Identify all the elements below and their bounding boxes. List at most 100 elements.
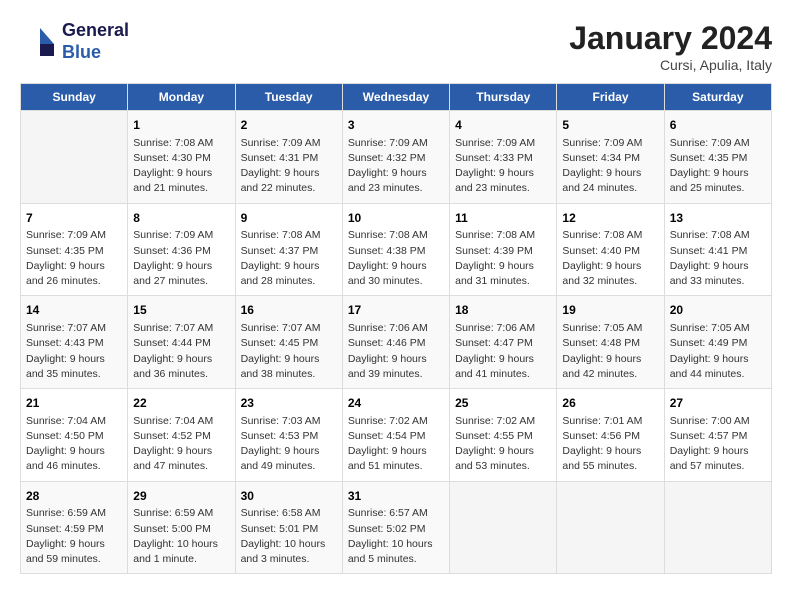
- calendar-cell: 26Sunrise: 7:01 AM Sunset: 4:56 PM Dayli…: [557, 389, 664, 482]
- calendar-cell: 19 Sunrise: 7:05 AM Sunset: 4:48 PM Dayli…: [557, 296, 664, 389]
- calendar-cell: [450, 481, 557, 574]
- day-info: Sunrise: 7:04 AM Sunset: 4:50 PM Dayligh…: [26, 414, 122, 475]
- day-number: 14: [26, 302, 122, 319]
- day-info: Sunrise: 7:04 AM Sunset: 4:52 PM Dayligh…: [133, 414, 229, 475]
- logo-icon: [20, 24, 56, 60]
- day-info: Sunrise: 7:08 AM Sunset: 4:38 PM Dayligh…: [348, 228, 444, 289]
- day-number: 9: [241, 210, 337, 227]
- day-info: Sunrise: 6:59 AM Sunset: 5:00 PM Dayligh…: [133, 506, 229, 567]
- day-info: Sunrise: 6:59 AM Sunset: 4:59 PM Dayligh…: [26, 506, 122, 567]
- day-info: Sunrise: 7:05 AM Sunset: 4:48 PM Dayligh…: [562, 321, 658, 382]
- day-header-sunday: Sunday: [21, 84, 128, 111]
- calendar-week-1: 1 Sunrise: 7:08 AM Sunset: 4:30 PM Daylig…: [21, 111, 772, 204]
- day-number: 13: [670, 210, 766, 227]
- calendar-cell: 14Sunrise: 7:07 AM Sunset: 4:43 PM Dayli…: [21, 296, 128, 389]
- day-number: 26: [562, 395, 658, 412]
- day-number: 17: [348, 302, 444, 319]
- day-number: 28: [26, 488, 122, 505]
- day-number: 31: [348, 488, 444, 505]
- calendar-cell: 29Sunrise: 6:59 AM Sunset: 5:00 PM Dayli…: [128, 481, 235, 574]
- day-header-monday: Monday: [128, 84, 235, 111]
- day-header-thursday: Thursday: [450, 84, 557, 111]
- logo-line2: Blue: [62, 42, 129, 64]
- day-number: 23: [241, 395, 337, 412]
- day-info: Sunrise: 7:08 AM Sunset: 4:39 PM Dayligh…: [455, 228, 551, 289]
- calendar-week-3: 14Sunrise: 7:07 AM Sunset: 4:43 PM Dayli…: [21, 296, 772, 389]
- calendar-cell: 18 Sunrise: 7:06 AM Sunset: 4:47 PM Dayli…: [450, 296, 557, 389]
- day-info: Sunrise: 7:07 AM Sunset: 4:45 PM Dayligh…: [241, 321, 337, 382]
- calendar-week-5: 28Sunrise: 6:59 AM Sunset: 4:59 PM Dayli…: [21, 481, 772, 574]
- calendar-cell: 5Sunrise: 7:09 AM Sunset: 4:34 PM Daylig…: [557, 111, 664, 204]
- day-number: 4: [455, 117, 551, 134]
- day-info: Sunrise: 7:09 AM Sunset: 4:36 PM Dayligh…: [133, 228, 229, 289]
- day-info: Sunrise: 7:08 AM Sunset: 4:30 PM Dayligh…: [133, 136, 229, 197]
- calendar-cell: 1 Sunrise: 7:08 AM Sunset: 4:30 PM Daylig…: [128, 111, 235, 204]
- day-header-tuesday: Tuesday: [235, 84, 342, 111]
- day-info: Sunrise: 7:00 AM Sunset: 4:57 PM Dayligh…: [670, 414, 766, 475]
- day-info: Sunrise: 6:58 AM Sunset: 5:01 PM Dayligh…: [241, 506, 337, 567]
- day-number: 19: [562, 302, 658, 319]
- day-number: 10: [348, 210, 444, 227]
- day-info: Sunrise: 7:09 AM Sunset: 4:35 PM Dayligh…: [26, 228, 122, 289]
- calendar-cell: 12Sunrise: 7:08 AM Sunset: 4:40 PM Dayli…: [557, 203, 664, 296]
- day-number: 8: [133, 210, 229, 227]
- calendar-week-4: 21 Sunrise: 7:04 AM Sunset: 4:50 PM Dayli…: [21, 389, 772, 482]
- day-info: Sunrise: 6:57 AM Sunset: 5:02 PM Dayligh…: [348, 506, 444, 567]
- calendar-cell: 4 Sunrise: 7:09 AM Sunset: 4:33 PM Daylig…: [450, 111, 557, 204]
- calendar-cell: 24Sunrise: 7:02 AM Sunset: 4:54 PM Dayli…: [342, 389, 449, 482]
- day-info: Sunrise: 7:09 AM Sunset: 4:33 PM Dayligh…: [455, 136, 551, 197]
- calendar-cell: 10Sunrise: 7:08 AM Sunset: 4:38 PM Dayli…: [342, 203, 449, 296]
- day-number: 25: [455, 395, 551, 412]
- calendar-table: SundayMondayTuesdayWednesdayThursdayFrid…: [20, 83, 772, 574]
- calendar-week-2: 7Sunrise: 7:09 AM Sunset: 4:35 PM Daylig…: [21, 203, 772, 296]
- location-subtitle: Cursi, Apulia, Italy: [569, 57, 772, 73]
- day-number: 18: [455, 302, 551, 319]
- day-info: Sunrise: 7:06 AM Sunset: 4:47 PM Dayligh…: [455, 321, 551, 382]
- calendar-header: SundayMondayTuesdayWednesdayThursdayFrid…: [21, 84, 772, 111]
- page-header: General Blue January 2024 Cursi, Apulia,…: [20, 20, 772, 73]
- calendar-cell: 21 Sunrise: 7:04 AM Sunset: 4:50 PM Dayli…: [21, 389, 128, 482]
- day-number: 22: [133, 395, 229, 412]
- day-info: Sunrise: 7:06 AM Sunset: 4:46 PM Dayligh…: [348, 321, 444, 382]
- day-number: 12: [562, 210, 658, 227]
- day-header-wednesday: Wednesday: [342, 84, 449, 111]
- day-info: Sunrise: 7:09 AM Sunset: 4:31 PM Dayligh…: [241, 136, 337, 197]
- calendar-cell: 23 Sunrise: 7:03 AM Sunset: 4:53 PM Dayli…: [235, 389, 342, 482]
- day-number: 7: [26, 210, 122, 227]
- calendar-cell: 7Sunrise: 7:09 AM Sunset: 4:35 PM Daylig…: [21, 203, 128, 296]
- calendar-cell: 20 Sunrise: 7:05 AM Sunset: 4:49 PM Dayli…: [664, 296, 771, 389]
- day-number: 30: [241, 488, 337, 505]
- calendar-cell: 16Sunrise: 7:07 AM Sunset: 4:45 PM Dayli…: [235, 296, 342, 389]
- calendar-cell: 3Sunrise: 7:09 AM Sunset: 4:32 PM Daylig…: [342, 111, 449, 204]
- day-number: 2: [241, 117, 337, 134]
- calendar-cell: 30Sunrise: 6:58 AM Sunset: 5:01 PM Dayli…: [235, 481, 342, 574]
- logo: General Blue: [20, 20, 129, 63]
- day-number: 27: [670, 395, 766, 412]
- day-info: Sunrise: 7:03 AM Sunset: 4:53 PM Dayligh…: [241, 414, 337, 475]
- calendar-cell: 9Sunrise: 7:08 AM Sunset: 4:37 PM Daylig…: [235, 203, 342, 296]
- day-number: 1: [133, 117, 229, 134]
- calendar-cell: 11Sunrise: 7:08 AM Sunset: 4:39 PM Dayli…: [450, 203, 557, 296]
- title-block: January 2024 Cursi, Apulia, Italy: [569, 20, 772, 73]
- day-number: 21: [26, 395, 122, 412]
- day-number: 29: [133, 488, 229, 505]
- calendar-cell: 13Sunrise: 7:08 AM Sunset: 4:41 PM Dayli…: [664, 203, 771, 296]
- calendar-cell: 28Sunrise: 6:59 AM Sunset: 4:59 PM Dayli…: [21, 481, 128, 574]
- day-info: Sunrise: 7:09 AM Sunset: 4:35 PM Dayligh…: [670, 136, 766, 197]
- day-header-saturday: Saturday: [664, 84, 771, 111]
- calendar-cell: [557, 481, 664, 574]
- calendar-cell: 22 Sunrise: 7:04 AM Sunset: 4:52 PM Dayli…: [128, 389, 235, 482]
- calendar-cell: 15Sunrise: 7:07 AM Sunset: 4:44 PM Dayli…: [128, 296, 235, 389]
- day-info: Sunrise: 7:07 AM Sunset: 4:44 PM Dayligh…: [133, 321, 229, 382]
- calendar-cell: [21, 111, 128, 204]
- day-info: Sunrise: 7:05 AM Sunset: 4:49 PM Dayligh…: [670, 321, 766, 382]
- day-number: 11: [455, 210, 551, 227]
- day-info: Sunrise: 7:09 AM Sunset: 4:34 PM Dayligh…: [562, 136, 658, 197]
- day-info: Sunrise: 7:02 AM Sunset: 4:54 PM Dayligh…: [348, 414, 444, 475]
- day-number: 3: [348, 117, 444, 134]
- day-info: Sunrise: 7:08 AM Sunset: 4:37 PM Dayligh…: [241, 228, 337, 289]
- calendar-cell: 31Sunrise: 6:57 AM Sunset: 5:02 PM Dayli…: [342, 481, 449, 574]
- day-number: 20: [670, 302, 766, 319]
- logo-line1: General: [62, 20, 129, 42]
- calendar-cell: [664, 481, 771, 574]
